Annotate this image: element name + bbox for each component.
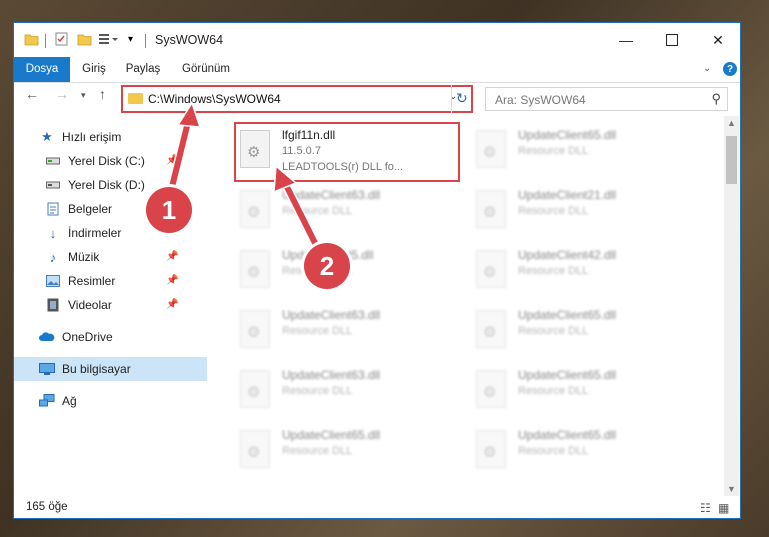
callout-arrows	[166, 101, 324, 254]
callout-badge-1: 1	[146, 187, 192, 233]
callout-badge-2: 2	[304, 243, 350, 289]
explorer-window: ▾ SysWOW64 — ✕ Dosya Giriş Paylaş Görünü…	[13, 22, 741, 519]
